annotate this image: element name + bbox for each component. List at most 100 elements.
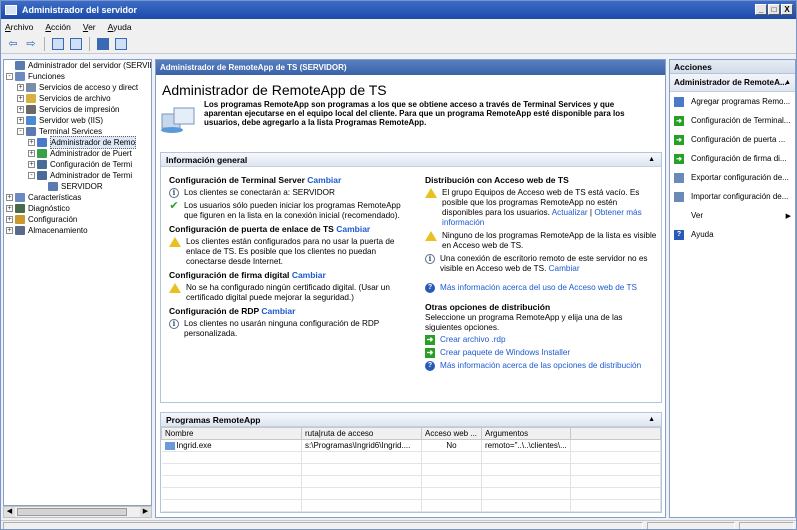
scroll-thumb[interactable] — [17, 508, 127, 516]
expand-icon[interactable]: + — [6, 205, 13, 212]
tree-node-icon — [48, 182, 58, 191]
column-header-web-access[interactable]: Acceso web ... — [421, 427, 482, 440]
rdp-heading: Configuración de RDP Cambiar — [169, 306, 409, 316]
expand-icon[interactable]: + — [17, 84, 24, 91]
tree-node[interactable]: + Características — [4, 192, 151, 203]
properties-icon[interactable] — [114, 37, 128, 51]
tree-node[interactable]: - Funciones — [4, 71, 151, 82]
action-item[interactable]: Exportar configuración de... — [670, 168, 795, 187]
expand-icon[interactable]: + — [17, 95, 24, 102]
info-icon: i — [169, 188, 179, 198]
tree-node[interactable]: + Servicios de archivo — [4, 93, 151, 104]
remoteapp-logo-icon — [161, 107, 195, 133]
minimize-button[interactable]: _ — [755, 4, 767, 15]
help-icon[interactable] — [96, 37, 110, 51]
web-access-help-link[interactable]: Más información acerca del uso de Acceso… — [440, 283, 637, 293]
tree-node[interactable]: + Servidor web (IIS) — [4, 115, 151, 126]
create-msi-link[interactable]: Crear paquete de Windows Installer — [440, 348, 570, 358]
column-header-path[interactable]: ruta|ruta de acceso — [301, 427, 422, 440]
collapse-icon[interactable]: - — [17, 128, 24, 135]
expand-icon[interactable]: + — [6, 216, 13, 223]
action-item[interactable]: Importar configuración de... — [670, 187, 795, 206]
overview-title: Información general — [166, 155, 248, 165]
ts-config-label: Configuración de Terminal Server — [169, 175, 305, 185]
gateway-change-link[interactable]: Cambiar — [336, 224, 370, 234]
back-arrow-icon[interactable]: ⇦ — [6, 37, 20, 51]
info-icon: i — [425, 254, 435, 264]
action-label: Importar configuración de... — [691, 192, 789, 201]
action-item[interactable]: ➜ Configuración de puerta ... — [670, 130, 795, 149]
action-item[interactable]: Ver ▶ — [670, 206, 795, 225]
tree-node-icon — [26, 83, 36, 92]
tree-node[interactable]: + Configuración de Termi — [4, 159, 151, 170]
create-rdp-link[interactable]: Crear archivo .rdp — [440, 335, 506, 345]
collapse-icon[interactable]: - — [6, 73, 13, 80]
menu-accion[interactable]: Acción — [45, 22, 71, 32]
info-icon: i — [169, 319, 179, 329]
expand-icon[interactable]: + — [17, 117, 24, 124]
column-header-name[interactable]: Nombre — [161, 427, 302, 440]
tree-node-label: Administrador de Puert — [50, 149, 132, 158]
tree-horizontal-scrollbar[interactable]: ◀ ▶ — [3, 506, 152, 518]
scroll-left-icon[interactable]: ◀ — [4, 507, 15, 517]
action-item[interactable]: ➜ Configuración de Terminal... — [670, 111, 795, 130]
tree-node[interactable]: + Administrador de Remo — [4, 136, 151, 149]
table-row — [161, 499, 662, 512]
column-header-arguments[interactable]: Argumentos — [481, 427, 571, 440]
overview-panel-header[interactable]: Información general ▲ — [161, 153, 661, 167]
tree-node-icon — [26, 116, 36, 125]
expand-icon[interactable]: + — [6, 194, 13, 201]
tree-node-label: Administrador del servidor (SERVID — [28, 61, 152, 70]
tree-node[interactable]: + Administrador de Puert — [4, 148, 151, 159]
scroll-right-icon[interactable]: ▶ — [140, 507, 151, 517]
expand-icon[interactable]: + — [28, 161, 35, 168]
expand-icon[interactable]: + — [17, 106, 24, 113]
rdp-change-link[interactable]: Cambiar — [261, 306, 295, 316]
menu-ayuda[interactable]: Ayuda — [108, 22, 132, 32]
close-button[interactable]: X — [781, 4, 793, 15]
status-text: El grupo Equipos de Acceso web de TS est… — [442, 188, 657, 228]
ts-config-change-link[interactable]: Cambiar — [307, 175, 341, 185]
overview-right-column: Distribución con Acceso web de TS El gru… — [425, 175, 657, 374]
tree-node[interactable]: + Servicios de impresión — [4, 104, 151, 115]
forward-arrow-icon[interactable]: ⇨ — [24, 37, 38, 51]
action-item[interactable]: ? Ayuda — [670, 225, 795, 244]
actions-subheader[interactable]: Administrador de RemoteA... ▲ — [670, 74, 795, 92]
expand-icon[interactable]: + — [28, 150, 35, 157]
tree-node[interactable]: + Almacenamiento — [4, 225, 151, 236]
collapse-icon[interactable]: ▲ — [784, 74, 791, 91]
maximize-button[interactable]: □ — [768, 4, 780, 15]
tree-node[interactable]: Administrador del servidor (SERVID — [4, 60, 151, 71]
up-folder-icon[interactable] — [51, 37, 65, 51]
signing-change-link[interactable]: Cambiar — [292, 270, 326, 280]
show-tree-icon[interactable] — [69, 37, 83, 51]
signing-label: Configuración de firma digital — [169, 270, 290, 280]
help-item: ? Más información acerca del uso de Acces… — [425, 283, 657, 293]
rdp-label: Configuración de RDP — [169, 306, 260, 316]
menu-archivo[interactable]: Archivo — [5, 22, 33, 32]
distribution-help-link[interactable]: Más información acerca de las opciones d… — [440, 361, 641, 371]
tree-node-icon — [15, 72, 25, 81]
tree-node[interactable]: - Administrador de Termi — [4, 170, 151, 181]
menu-ver[interactable]: Ver — [83, 22, 96, 32]
action-item[interactable]: ➜ Configuración de firma di... — [670, 149, 795, 168]
collapse-icon[interactable]: ▲ — [648, 153, 655, 167]
action-label: Ayuda — [691, 230, 714, 239]
expand-icon[interactable]: + — [6, 227, 13, 234]
expand-icon[interactable]: + — [28, 139, 35, 146]
tree-node-label: Servicios de impresión — [39, 105, 120, 114]
update-link[interactable]: Actualizar — [552, 208, 588, 217]
tree-node[interactable]: + Servicios de acceso y direct — [4, 82, 151, 93]
tree-node[interactable]: + Configuración — [4, 214, 151, 225]
tree-node[interactable]: SERVIDOR — [4, 181, 151, 192]
tree-node[interactable]: + Diagnóstico — [4, 203, 151, 214]
rdc-change-link[interactable]: Cambiar — [549, 264, 580, 273]
tree-node-icon — [15, 215, 25, 224]
title-bar: Administrador del servidor _ □ X — [1, 1, 796, 19]
table-row[interactable]: Ingrid.exe s:\Programas\Ingrid6\Ingrid..… — [161, 439, 662, 452]
collapse-icon[interactable]: ▲ — [648, 413, 655, 427]
collapse-icon[interactable]: - — [28, 172, 35, 179]
column-header-empty — [569, 427, 662, 440]
action-item[interactable]: Agregar programas Remo... — [670, 92, 795, 111]
programs-panel-header[interactable]: Programas RemoteApp ▲ — [161, 413, 661, 427]
